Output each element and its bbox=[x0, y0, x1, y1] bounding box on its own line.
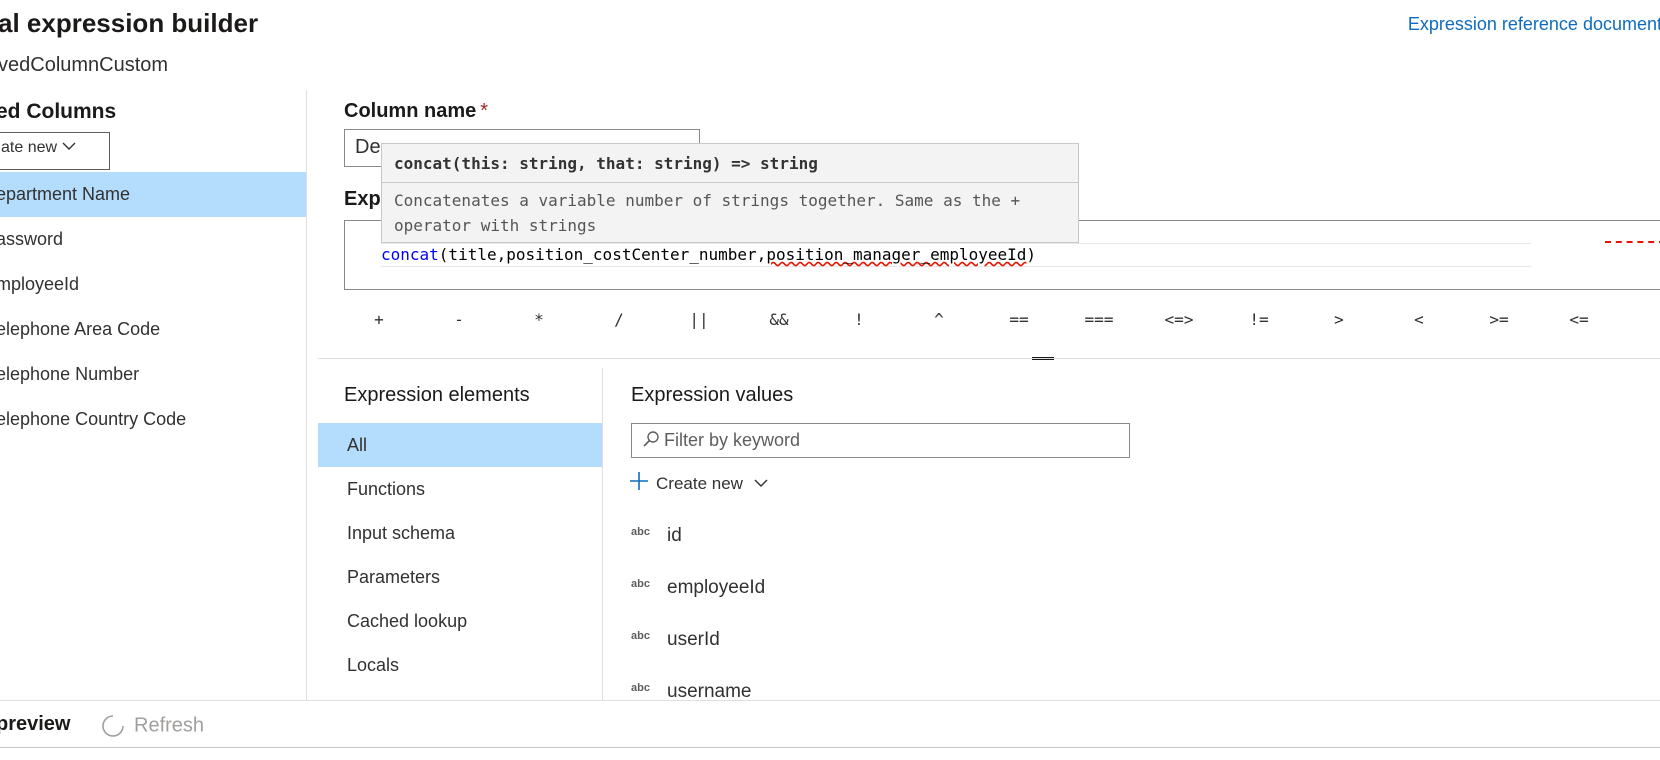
expression-error-arg: position_manager_employeeId bbox=[766, 245, 1027, 264]
value-item[interactable]: abc userId bbox=[631, 614, 765, 666]
operator-button[interactable]: < bbox=[1394, 310, 1444, 329]
derived-column-list: epartment Name assword mployeeId elephon… bbox=[0, 172, 306, 442]
tooltip-divider bbox=[382, 182, 1078, 183]
operator-button[interactable]: * bbox=[514, 310, 564, 329]
expression-values-heading: Expression values bbox=[631, 384, 794, 406]
column-item[interactable]: elephone Area Code bbox=[0, 307, 306, 352]
data-preview-tab[interactable]: preview bbox=[0, 713, 70, 736]
operator-button[interactable]: == bbox=[994, 310, 1044, 329]
expression-label: Exp bbox=[344, 188, 381, 210]
element-item-all[interactable]: All bbox=[318, 423, 602, 467]
expression-close: ) bbox=[1026, 245, 1037, 264]
chevron-down-icon bbox=[61, 139, 77, 157]
string-type-icon: abc bbox=[631, 630, 650, 642]
operator-button[interactable]: && bbox=[754, 310, 804, 329]
expression-function: concat bbox=[381, 245, 439, 264]
column-item[interactable]: elephone Country Code bbox=[0, 397, 306, 442]
column-item[interactable]: epartment Name bbox=[0, 172, 306, 217]
derived-columns-panel: ed Columns ate new epartment Name asswor… bbox=[0, 90, 307, 700]
element-item-parameters[interactable]: Parameters bbox=[318, 555, 602, 599]
refresh-icon bbox=[102, 715, 124, 737]
expression-elements-heading: Expression elements bbox=[344, 384, 530, 406]
tooltip-signature: concat(this: string, that: string) => st… bbox=[394, 154, 818, 173]
operator-button[interactable]: ! bbox=[834, 310, 884, 329]
value-item[interactable]: abc employeeId bbox=[631, 562, 765, 614]
element-item-functions[interactable]: Functions bbox=[318, 467, 602, 511]
derived-columns-heading: ed Columns bbox=[0, 100, 117, 123]
error-marker bbox=[1605, 241, 1660, 245]
plus-icon bbox=[628, 470, 650, 497]
operator-button[interactable]: <=> bbox=[1154, 310, 1204, 329]
search-icon bbox=[642, 430, 660, 455]
expression-args: (title,position_costCenter_number, bbox=[438, 245, 767, 264]
operator-bar: + - * / || &&! ^ == === <=> != > < >= <= bbox=[344, 310, 1660, 350]
create-new-button[interactable]: Create new bbox=[628, 470, 769, 494]
page-subtitle: vedColumnCustom bbox=[0, 54, 169, 76]
operator-button[interactable]: <= bbox=[1554, 310, 1604, 329]
value-item[interactable]: abc id bbox=[631, 510, 765, 562]
string-type-icon: abc bbox=[631, 578, 650, 590]
operator-button[interactable]: >= bbox=[1474, 310, 1524, 329]
refresh-label: Refresh bbox=[134, 714, 205, 737]
operator-button[interactable]: ^ bbox=[914, 310, 964, 329]
page-title: al expression builder bbox=[0, 8, 259, 38]
filter-input[interactable] bbox=[664, 424, 1114, 457]
column-item[interactable]: elephone Number bbox=[0, 352, 306, 397]
operator-button[interactable]: != bbox=[1234, 310, 1284, 329]
expression-code-line[interactable]: concat(title,position_costCenter_number,… bbox=[381, 243, 1531, 267]
column-item[interactable]: assword bbox=[0, 217, 306, 262]
expression-elements-list: All Functions Input schema Parameters Ca… bbox=[318, 423, 602, 687]
tooltip-description: Concatenates a variable number of string… bbox=[394, 191, 1021, 235]
expression-reference-link[interactable]: Expression reference document bbox=[1408, 14, 1660, 35]
string-type-icon: abc bbox=[631, 526, 650, 538]
required-mark: * bbox=[480, 100, 489, 122]
operator-button[interactable]: - bbox=[434, 310, 484, 329]
function-signature-tooltip: concat(this: string, that: string) => st… bbox=[381, 143, 1079, 243]
refresh-button[interactable]: Refresh bbox=[100, 713, 204, 739]
column-item[interactable]: mployeeId bbox=[0, 262, 306, 307]
operator-button[interactable]: + bbox=[354, 310, 404, 329]
operator-button[interactable]: || bbox=[674, 310, 724, 329]
create-new-label: ate new bbox=[1, 139, 58, 156]
operator-divider bbox=[318, 358, 1660, 359]
footer-bar: preview Refresh bbox=[0, 700, 1660, 748]
panel-divider bbox=[602, 368, 603, 700]
operator-button[interactable]: > bbox=[1314, 310, 1364, 329]
create-new-button-label: Create new bbox=[656, 473, 743, 493]
column-name-label: Column name * bbox=[344, 100, 489, 122]
element-item-locals[interactable]: Locals bbox=[318, 643, 602, 687]
chevron-down-icon bbox=[753, 474, 769, 494]
element-item-input-schema[interactable]: Input schema bbox=[318, 511, 602, 555]
element-item-cached-lookup[interactable]: Cached lookup bbox=[318, 599, 602, 643]
filter-box bbox=[631, 423, 1130, 458]
operator-button[interactable]: / bbox=[594, 310, 644, 329]
expression-values-list: abc id abc employeeId abc userId abc usernam… bbox=[631, 510, 765, 718]
operator-button[interactable]: === bbox=[1074, 310, 1124, 329]
create-new-dropdown[interactable]: ate new bbox=[0, 132, 110, 170]
